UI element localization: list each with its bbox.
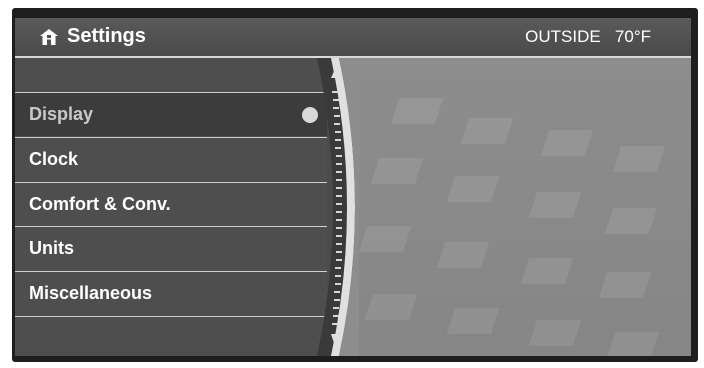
background-map-area	[355, 58, 691, 356]
settings-menu: Display Clock Comfort & Conv. Units Misc…	[15, 58, 327, 356]
outside-temp-value: 70°F	[614, 27, 651, 46]
menu-item-label: Units	[29, 238, 74, 258]
outside-label: OUTSIDE	[525, 27, 601, 46]
menu-item-miscellaneous[interactable]: Miscellaneous	[15, 271, 327, 315]
menu-item-label: Clock	[29, 149, 79, 169]
menu-item-clock[interactable]: Clock	[15, 137, 327, 181]
menu-item-empty	[15, 316, 327, 356]
menu-item-label: Comfort & Conv.	[29, 194, 171, 214]
scrollbar[interactable]	[315, 58, 359, 356]
settings-screen: Settings OUTSIDE 70°F Display Clock Comf…	[15, 18, 691, 356]
menu-item-label: Miscellaneous	[29, 283, 153, 303]
menu-item-display[interactable]: Display	[15, 92, 327, 136]
menu-item-blank	[15, 18, 327, 68]
menu-item-label: Display	[29, 104, 94, 124]
outside-temperature: OUTSIDE 70°F	[525, 27, 651, 47]
menu-item-comfort-conv[interactable]: Comfort & Conv.	[15, 182, 327, 226]
menu-item-units[interactable]: Units	[15, 226, 327, 270]
